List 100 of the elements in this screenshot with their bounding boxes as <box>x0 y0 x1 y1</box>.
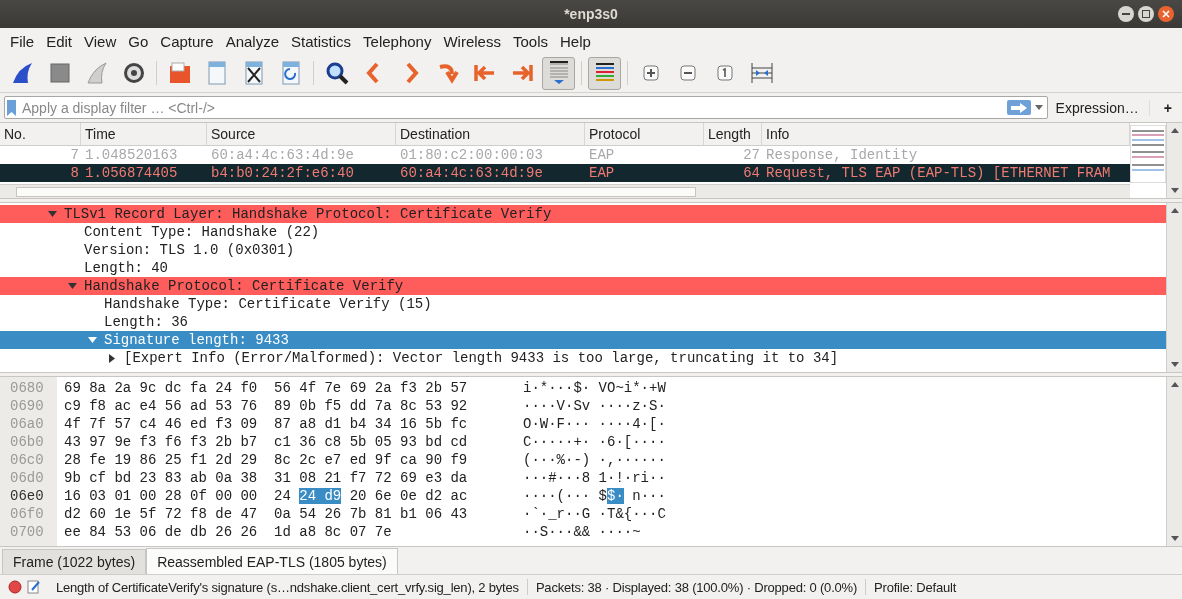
menu-item[interactable]: Help <box>554 32 597 50</box>
column-header[interactable]: Protocol <box>585 123 704 145</box>
offset-text: 0680 <box>9 379 45 397</box>
table-cell-text: Request, TLS EAP (EAP-TLS) [ETHERNET FRAM <box>765 164 1112 182</box>
hex-bytes: 4f 7f 57 c4 46 ed f3 09 87 a8 d1 b4 34 16 5b fc <box>64 415 469 433</box>
expanded-arrow-icon[interactable] <box>67 283 77 289</box>
edit-comment-icon[interactable] <box>27 580 41 594</box>
table-cell-text: 01:80:c2:00:00:03 <box>399 146 544 164</box>
bytes-tab[interactable]: Frame (1022 bytes) <box>2 549 147 574</box>
offset-text: 06a0 <box>9 415 45 433</box>
menu-item[interactable]: Wireless <box>437 32 507 50</box>
table-cell-text: EAP <box>588 164 616 182</box>
minimize-icon <box>1122 13 1130 15</box>
ascii-bytes: i·*···$· VO~i*·+W <box>523 379 667 397</box>
table-cell-text: EAP <box>588 146 616 164</box>
column-header[interactable]: Time <box>81 123 207 145</box>
maximize-icon <box>1142 10 1150 18</box>
ascii-bytes: C·····+· ·6·[···· <box>523 433 667 451</box>
dropdown-caret-icon[interactable] <box>1034 105 1043 110</box>
ascii-bytes: ····V·Sv ····z·S· <box>523 397 667 415</box>
scroll-down-icon[interactable] <box>1170 536 1179 541</box>
scrollbar[interactable] <box>1166 203 1182 372</box>
field-text: [Expert Info (Error/Malformed): Vector length 9433 is too large, truncating it to 34] <box>124 350 839 366</box>
scrollbar[interactable] <box>1166 377 1182 546</box>
tree-row[interactable]: Handshake Protocol: Certificate Verify <box>0 277 1166 295</box>
bytes-tab[interactable]: Reassembled EAP-TLS (1805 bytes) <box>146 548 398 574</box>
status-field-info: Length of CertificateVerify's signature (s…ndshake.client_cert_vrfy.sig_len), 2 bytes <box>56 579 519 595</box>
hex-bytes: d2 60 1e 5f 72 f8 de 47 0a 54 26 7b 81 b1 06 43 <box>64 505 469 523</box>
menu-item[interactable]: Capture <box>154 32 220 50</box>
field-text: Content Type: Handshake (22) <box>84 224 320 240</box>
add-filter-button[interactable]: + <box>1157 99 1178 116</box>
tree-row[interactable]: Length: 36 <box>0 313 1166 331</box>
minimize-button[interactable] <box>1118 6 1134 22</box>
scrollbar[interactable] <box>1166 123 1182 198</box>
colorize-button[interactable] <box>588 56 621 90</box>
tree-row[interactable]: [Expert Info (Error/Malformed): Vector length 9433 is too large, truncating it to 34] <box>0 349 1166 367</box>
field-text: Length: 40 <box>84 260 168 276</box>
field-text: Version: TLS 1.0 (0x0301) <box>84 242 295 258</box>
tree-row[interactable]: Content Type: Handshake (22) <box>0 223 1166 241</box>
filter-frame[interactable]: Apply a display filter … <Ctrl-/> <box>4 96 1048 119</box>
field-text: Handshake Protocol: Certificate Verify <box>84 278 404 294</box>
hex-bytes: 43 97 9e f3 f6 f3 2b b7 c1 36 c8 5b 05 93 bd cd <box>64 433 469 451</box>
hex-bytes: 9b cf bd 23 83 ab 0a 38 31 08 21 f7 72 69 e3 da <box>64 469 469 487</box>
tree-row[interactable]: Length: 40 <box>0 259 1166 277</box>
expert-info-icon[interactable] <box>8 580 22 594</box>
menu-item[interactable]: Analyze <box>219 32 286 50</box>
tree-row[interactable]: Version: TLS 1.0 (0x0301) <box>0 241 1166 259</box>
menu-item[interactable]: Tools <box>506 32 554 50</box>
display-filter-field[interactable]: Apply a display filter … <Ctrl-/> <box>20 98 1003 117</box>
offset-text: 06f0 <box>9 505 45 523</box>
offset-text: 0690 <box>9 397 45 415</box>
expanded-arrow-icon[interactable] <box>87 337 97 343</box>
expression-button[interactable]: Expression… <box>1055 99 1150 116</box>
hex-bytes: c9 f8 ac e4 56 ad 53 76 89 0b f5 dd 7a 8c 53 92 <box>64 397 469 415</box>
menu-item[interactable]: File <box>4 32 41 50</box>
window-title: *enp3s0 <box>564 6 618 22</box>
hex-bytes: ee 84 53 06 de db 26 26 1d a8 8c 07 7e <box>64 523 393 541</box>
packet-minimap[interactable] <box>1130 125 1166 183</box>
maximize-button[interactable] <box>1138 6 1154 22</box>
scroll-up-icon[interactable] <box>1170 208 1179 213</box>
expanded-arrow-icon[interactable] <box>47 211 57 217</box>
tree-row[interactable]: TLSv1 Record Layer: Handshake Protocol: Certificate Verify <box>0 205 1166 223</box>
scroll-down-icon[interactable] <box>1170 362 1179 367</box>
bookmark-icon[interactable] <box>7 99 16 116</box>
column-header[interactable]: No. <box>0 123 81 145</box>
menu-item[interactable]: Go <box>122 32 155 50</box>
field-text: Handshake Type: Certificate Verify (15) <box>104 296 432 312</box>
offset-text: 0700 <box>9 523 45 541</box>
ascii-bytes: ·`·_r··G ·T&{···C <box>523 505 667 523</box>
menu-item[interactable]: Edit <box>40 32 79 50</box>
table-cell-text: 1.048520163 <box>84 146 179 164</box>
status-profile[interactable]: Profile: Default <box>874 579 957 595</box>
resize-icon <box>748 60 775 86</box>
scroll-down-icon[interactable] <box>1170 188 1179 193</box>
table-cell-text: 27 <box>742 146 761 164</box>
menu-item[interactable]: Telephony <box>357 32 438 50</box>
collapsed-arrow-icon[interactable] <box>109 353 115 363</box>
ascii-bytes: ···#···8 1·!·ri·· <box>523 469 667 487</box>
status-packets: Packets: 38 · Displayed: 38 (100.0%) · Dropped: 0 (0.0%) <box>535 579 858 595</box>
table-cell-text: Response, Identity <box>765 146 919 164</box>
menu-item[interactable]: Statistics <box>285 32 358 50</box>
column-header[interactable]: Source <box>207 123 396 145</box>
close-icon <box>1162 10 1170 18</box>
scroll-up-icon[interactable] <box>1170 128 1179 133</box>
autoscroll-button[interactable] <box>542 56 575 90</box>
menu-item[interactable]: View <box>78 32 123 50</box>
packet-row[interactable]: 8 1.056874405 b4:b0:24:2f:e6:40 60:a4:4c:63:4d:9e EAP 64 Request, TLS EAP (EAP-TLS) [ETHERNET FRAM <box>0 164 1130 182</box>
offset-text: 06b0 <box>9 433 45 451</box>
close-button[interactable] <box>1158 6 1174 22</box>
tree-row[interactable]: Signature length: 9433 <box>0 331 1166 349</box>
offset-text: 06d0 <box>9 469 45 487</box>
table-cell-text: 64 <box>742 164 761 182</box>
scroll-up-icon[interactable] <box>1170 382 1179 387</box>
column-header[interactable]: Length <box>704 123 762 145</box>
tree-row[interactable]: Handshake Type: Certificate Verify (15) <box>0 295 1166 313</box>
ascii-bytes: ··S···&& ····~ <box>523 523 642 541</box>
hex-bytes: 69 8a 2a 9c dc fa 24 f0 56 4f 7e 69 2a f3 2b 57 <box>64 379 469 397</box>
column-header[interactable]: Destination <box>396 123 585 145</box>
table-cell-text: 7 <box>69 146 80 164</box>
scrollbar-thumb[interactable] <box>16 187 696 197</box>
